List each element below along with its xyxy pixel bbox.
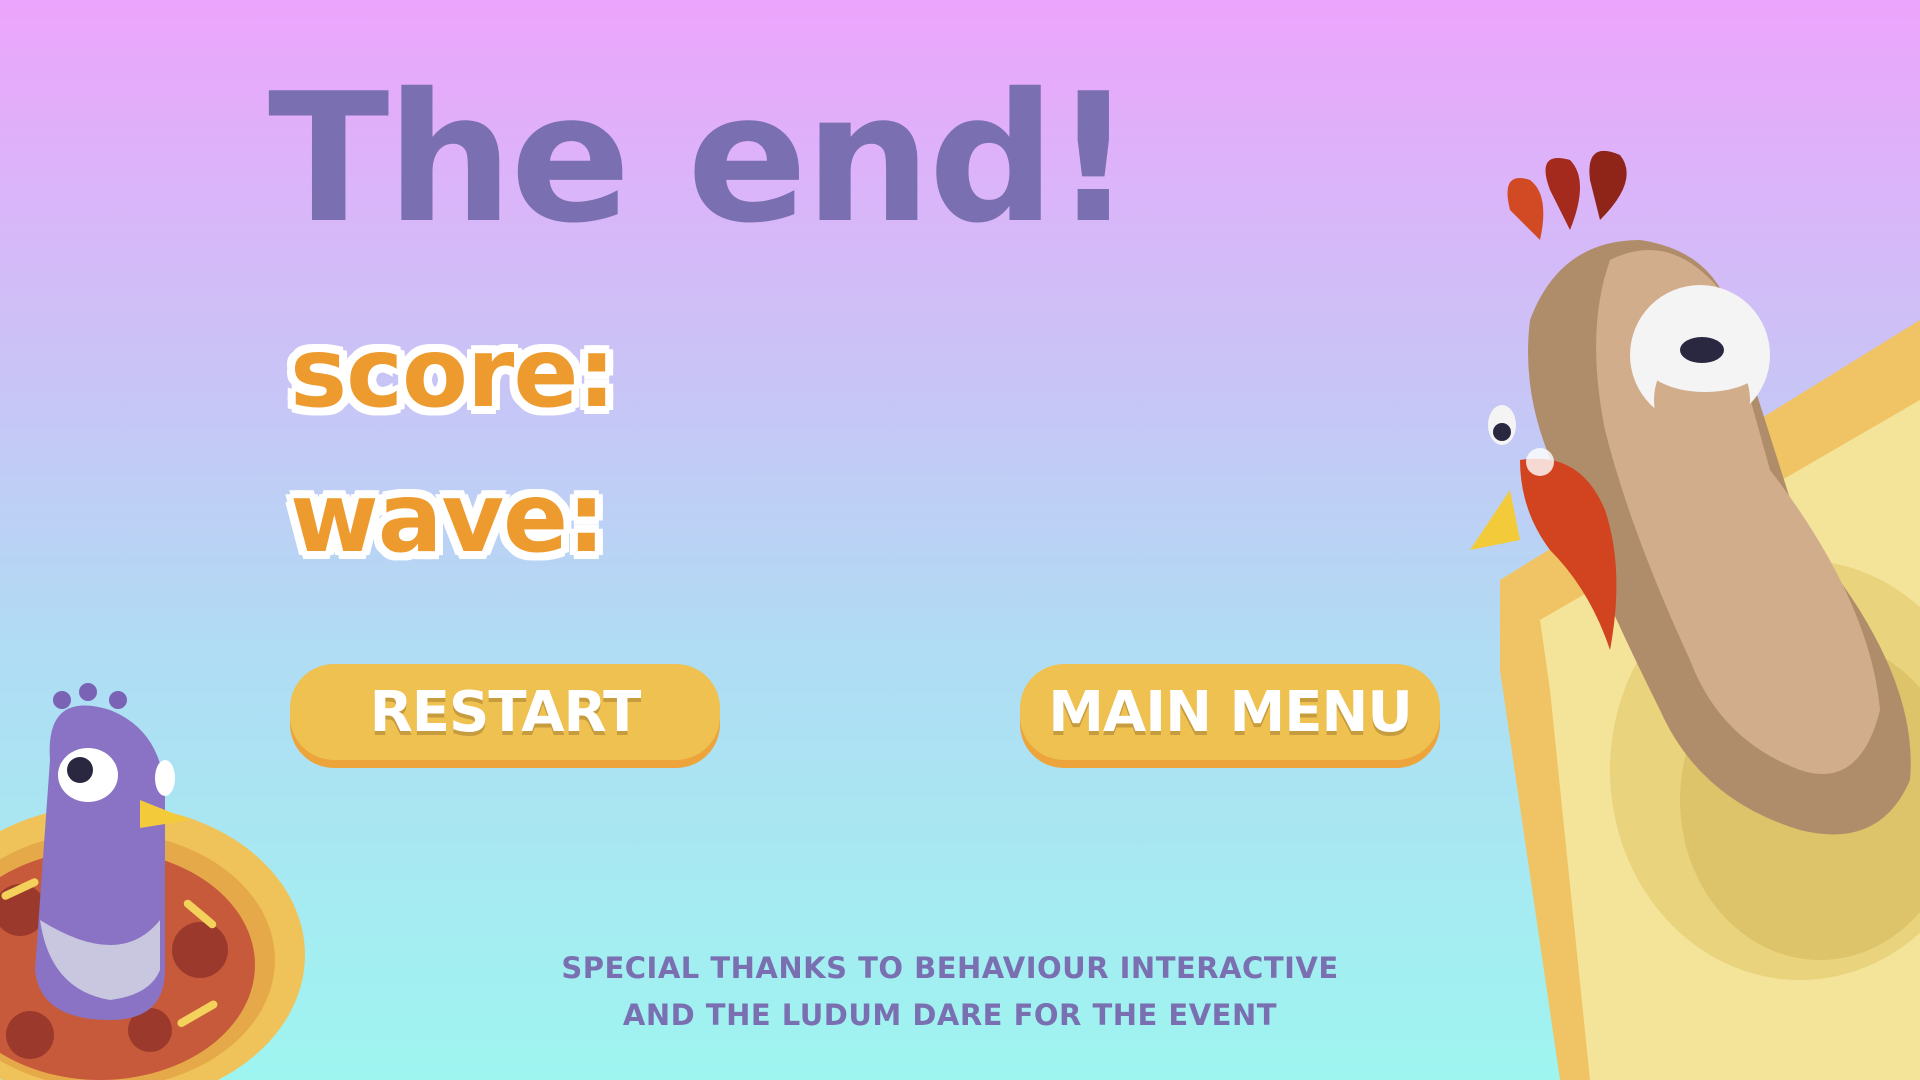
credits-text: SPECIAL THANKS TO BEHAVIOUR INTERACTIVE … [540, 945, 1360, 1039]
wave-label: wave: [290, 462, 606, 574]
pigeon-on-pizza-icon [0, 683, 305, 1080]
main-menu-button[interactable]: MAIN MENU [1020, 664, 1440, 760]
page-title: The end! [268, 55, 1134, 262]
credits-line-1: SPECIAL THANKS TO BEHAVIOUR INTERACTIVE [561, 951, 1339, 985]
restart-button[interactable]: RESTART [290, 664, 720, 760]
credits-line-2: AND THE LUDUM DARE FOR THE EVENT [622, 998, 1278, 1032]
score-label: score: [290, 317, 616, 429]
chicken-on-toast-icon [1470, 150, 1920, 1080]
